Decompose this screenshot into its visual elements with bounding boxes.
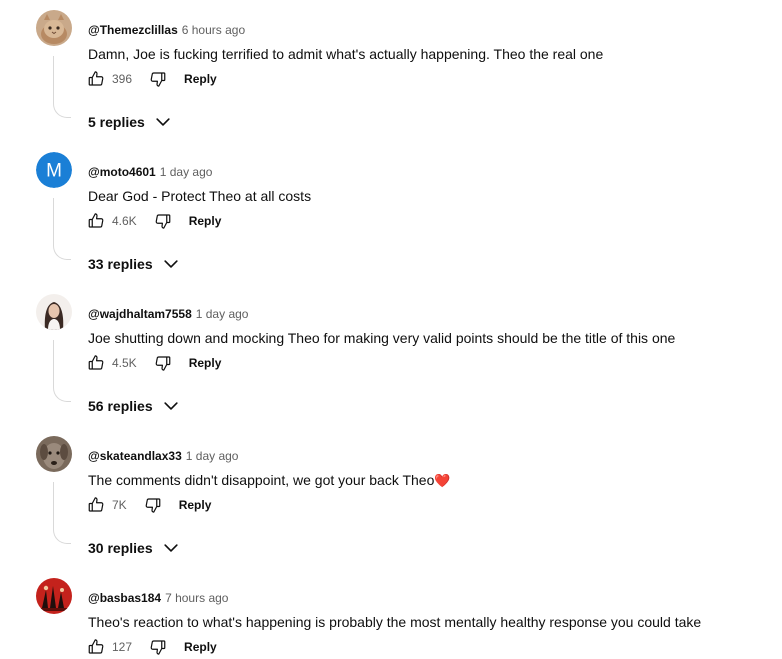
thumb-up-icon bbox=[87, 496, 105, 514]
like-button[interactable] bbox=[86, 211, 106, 231]
dislike-button[interactable] bbox=[148, 69, 168, 89]
thumb-up-icon bbox=[87, 70, 105, 88]
thumb-down-icon bbox=[149, 638, 167, 656]
comment-meta: @moto4601 1 day ago bbox=[88, 164, 212, 180]
comment-author[interactable]: @moto4601 bbox=[88, 165, 156, 179]
replies-count: 33 replies bbox=[88, 256, 153, 272]
dislike-button[interactable] bbox=[148, 637, 168, 657]
reply-button[interactable]: Reply bbox=[189, 356, 222, 370]
like-button[interactable] bbox=[86, 69, 106, 89]
like-count: 7K bbox=[112, 498, 127, 512]
chevron-down-icon bbox=[153, 112, 173, 132]
comment-author[interactable]: @skateandlax33 bbox=[88, 449, 182, 463]
cat-photo-avatar bbox=[36, 10, 72, 46]
view-replies-button[interactable]: 56 replies bbox=[88, 394, 181, 418]
comment-text: Theo's reaction to what's happening is p… bbox=[88, 614, 702, 630]
like-count: 4.6K bbox=[112, 214, 137, 228]
dog-photo-avatar bbox=[36, 436, 72, 472]
avatar[interactable] bbox=[36, 436, 72, 472]
view-replies-button[interactable]: 33 replies bbox=[88, 252, 181, 276]
comment-actions: 4.6K Reply bbox=[86, 209, 221, 233]
comment-meta: @skateandlax33 1 day ago bbox=[88, 448, 238, 464]
comment-author[interactable]: @Themezclillas bbox=[88, 23, 178, 37]
comment-text: Dear God - Protect Theo at all costs bbox=[88, 188, 312, 204]
comment: @wajdhaltam7558 1 day ago Joe shutting do… bbox=[0, 294, 782, 438]
chevron-down-icon bbox=[161, 396, 181, 416]
red-art-avatar bbox=[36, 578, 72, 614]
dislike-button[interactable] bbox=[153, 211, 173, 231]
comment-time[interactable]: 1 day ago bbox=[186, 449, 239, 463]
comment-actions: 127 Reply bbox=[86, 635, 217, 659]
like-button[interactable] bbox=[86, 495, 106, 515]
comment-text: The comments didn't disappoint, we got y… bbox=[88, 470, 451, 491]
comment-meta: @Themezclillas 6 hours ago bbox=[88, 22, 245, 38]
comment: @Themezclillas 6 hours ago Damn, Joe is f… bbox=[0, 10, 782, 154]
comment-text: Joe shutting down and mocking Theo for m… bbox=[88, 330, 676, 346]
replies-count: 30 replies bbox=[88, 540, 153, 556]
like-count: 396 bbox=[112, 72, 133, 86]
comment-time[interactable]: 7 hours ago bbox=[165, 591, 228, 605]
like-button[interactable] bbox=[86, 637, 106, 657]
comment-text-body: The comments didn't disappoint, we got y… bbox=[88, 472, 435, 488]
thumb-down-icon bbox=[154, 212, 172, 230]
thumb-up-icon bbox=[87, 354, 105, 372]
reply-button[interactable]: Reply bbox=[179, 498, 212, 512]
comment: M @moto4601 1 day ago Dear God - Protect … bbox=[0, 152, 782, 296]
reply-button[interactable]: Reply bbox=[189, 214, 222, 228]
reply-button[interactable]: Reply bbox=[184, 640, 217, 654]
thumb-down-icon bbox=[149, 70, 167, 88]
avatar[interactable] bbox=[36, 10, 72, 46]
comment-actions: 396 Reply bbox=[86, 67, 217, 91]
comment-author[interactable]: @wajdhaltam7558 bbox=[88, 307, 192, 321]
view-replies-button[interactable]: 30 replies bbox=[88, 536, 181, 560]
heart-emoji: ❤️ bbox=[434, 473, 451, 488]
reply-button[interactable]: Reply bbox=[184, 72, 217, 86]
replies-count: 56 replies bbox=[88, 398, 153, 414]
chevron-down-icon bbox=[161, 538, 181, 558]
woman-photo-avatar bbox=[36, 294, 72, 330]
avatar[interactable] bbox=[36, 578, 72, 614]
like-count: 4.5K bbox=[112, 356, 137, 370]
comment-text: Damn, Joe is fucking terrified to admit … bbox=[88, 46, 604, 62]
comment-meta: @wajdhaltam7558 1 day ago bbox=[88, 306, 248, 322]
thread-line bbox=[53, 340, 71, 402]
avatar[interactable]: M bbox=[36, 152, 72, 188]
like-count: 127 bbox=[112, 640, 133, 654]
comment-actions: 4.5K Reply bbox=[86, 351, 221, 375]
dislike-button[interactable] bbox=[153, 353, 173, 373]
thumb-down-icon bbox=[144, 496, 162, 514]
chevron-down-icon bbox=[161, 254, 181, 274]
comment-time[interactable]: 1 day ago bbox=[196, 307, 249, 321]
thread-line bbox=[53, 198, 71, 260]
thumb-down-icon bbox=[154, 354, 172, 372]
like-button[interactable] bbox=[86, 353, 106, 373]
comment-author[interactable]: @basbas184 bbox=[88, 591, 161, 605]
view-replies-button[interactable]: 5 replies bbox=[88, 110, 173, 134]
thumb-up-icon bbox=[87, 212, 105, 230]
comment: @basbas184 7 hours ago Theo's reaction to… bbox=[0, 578, 782, 648]
avatar-letter: M bbox=[46, 161, 62, 182]
avatar[interactable] bbox=[36, 294, 72, 330]
comment-time[interactable]: 6 hours ago bbox=[182, 23, 245, 37]
thread-line bbox=[53, 56, 71, 118]
comment: @skateandlax33 1 day ago The comments did… bbox=[0, 436, 782, 580]
replies-count: 5 replies bbox=[88, 114, 145, 130]
dislike-button[interactable] bbox=[143, 495, 163, 515]
comment-meta: @basbas184 7 hours ago bbox=[88, 590, 228, 606]
comment-actions: 7K Reply bbox=[86, 493, 211, 517]
thread-line bbox=[53, 482, 71, 544]
comment-time[interactable]: 1 day ago bbox=[160, 165, 213, 179]
thumb-up-icon bbox=[87, 638, 105, 656]
letter-avatar: M bbox=[36, 152, 72, 188]
